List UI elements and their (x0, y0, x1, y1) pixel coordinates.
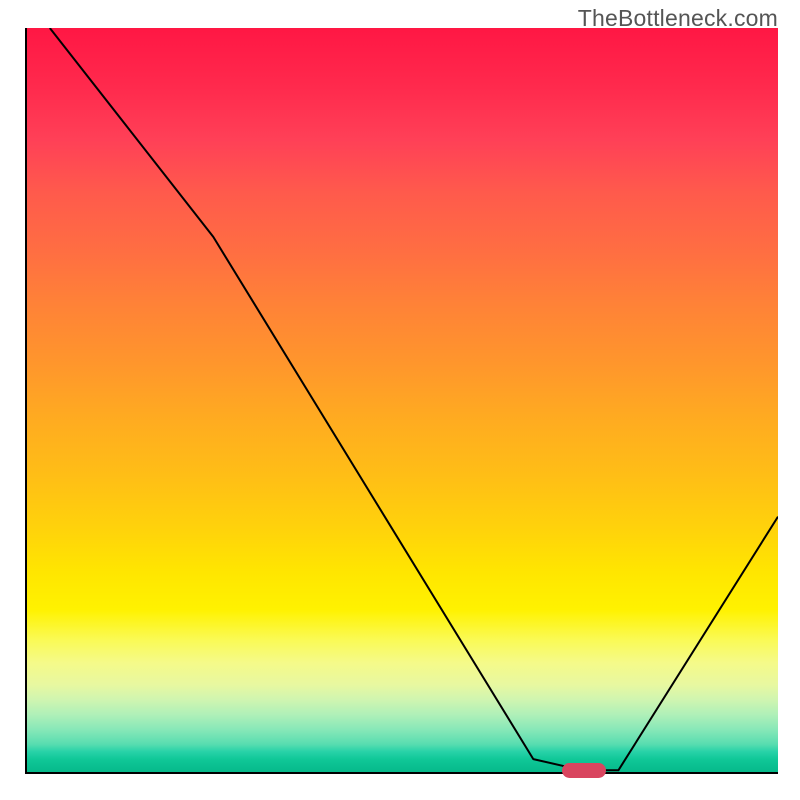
curve-svg (25, 28, 778, 774)
bottleneck-curve (50, 28, 778, 770)
optimal-marker (562, 763, 606, 778)
watermark-text: TheBottleneck.com (578, 5, 778, 32)
